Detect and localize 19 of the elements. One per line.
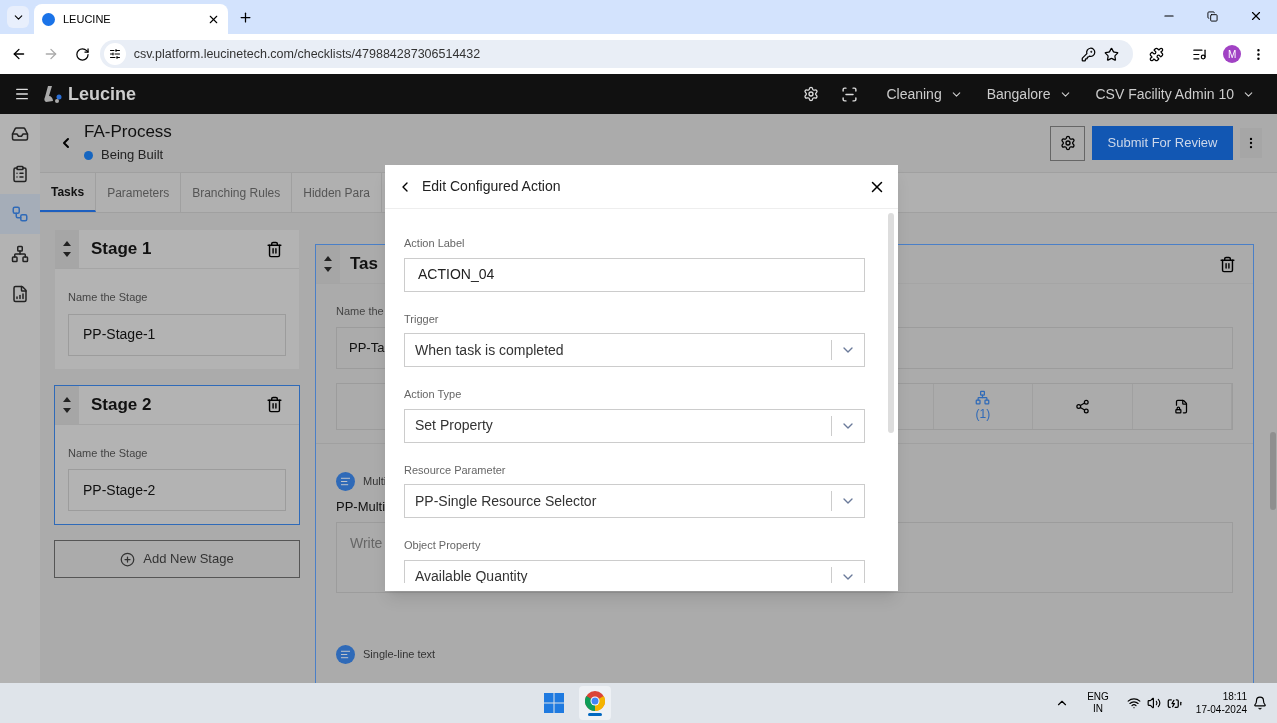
parameter-type: Multi bbox=[363, 473, 387, 489]
process-title: FA-Process bbox=[84, 121, 172, 144]
url-text: csv.platform.leucinetech.com/checklists/479884287306514432 bbox=[133, 45, 482, 63]
field-label: Resource Parameter bbox=[404, 462, 507, 478]
field-label: Action Label bbox=[404, 236, 466, 251]
field-label: Object Property bbox=[404, 538, 482, 553]
status-label: Being Built bbox=[101, 146, 164, 165]
modal-title: Edit Configured Action bbox=[422, 177, 562, 196]
tab-title: LEUCINE bbox=[63, 11, 112, 27]
stage-title: Stage 2 bbox=[91, 393, 153, 416]
task-title: Tas bbox=[350, 253, 379, 276]
stage-title: Stage 1 bbox=[91, 238, 153, 261]
field-label: Trigger bbox=[404, 311, 440, 327]
field-label: Action Type bbox=[404, 387, 463, 402]
parameter-type: Single-line text bbox=[363, 647, 436, 663]
brand-name: Leucine bbox=[68, 82, 137, 106]
parameter-name: PP-Multi bbox=[336, 497, 386, 516]
field-label: Name the Stage bbox=[68, 290, 149, 305]
field-label: Name the Stage bbox=[68, 445, 149, 461]
